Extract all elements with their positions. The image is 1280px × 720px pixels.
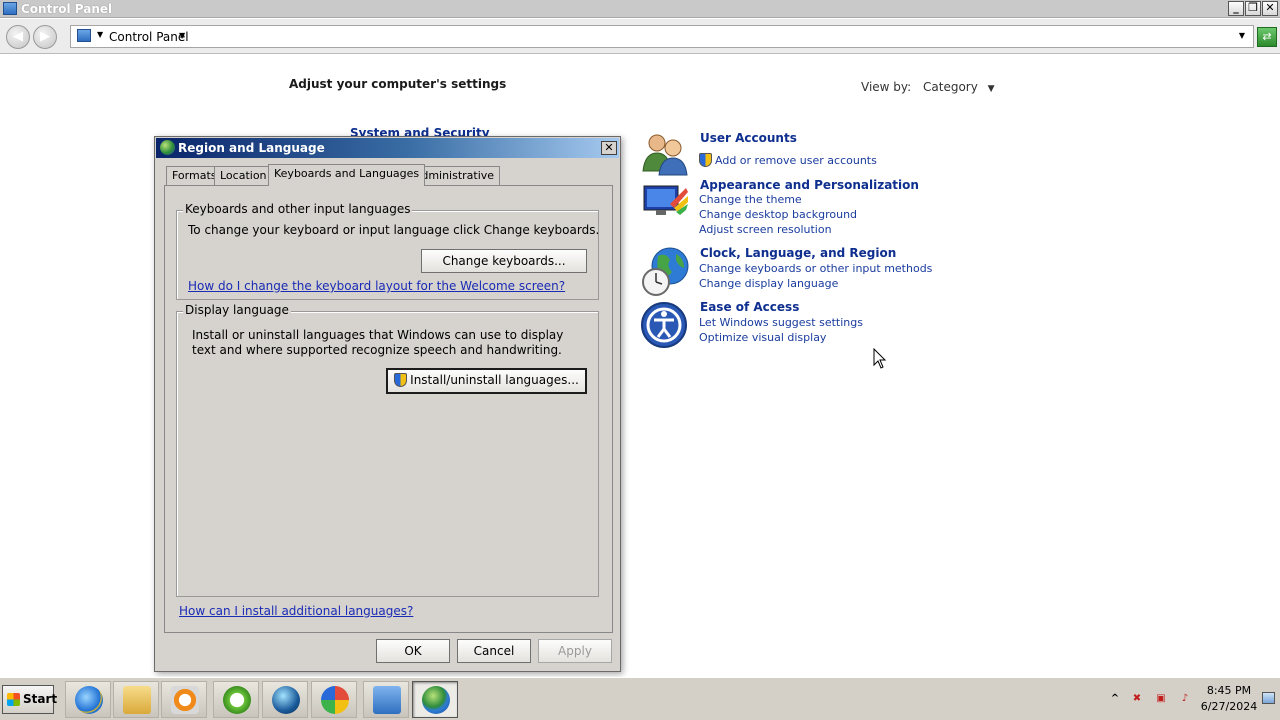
- address-box[interactable]: ▼ Control Panel ▼ ▼: [70, 25, 1254, 48]
- close-window-button[interactable]: ✕: [1262, 1, 1278, 16]
- category-title-clock-language-region[interactable]: Clock, Language, and Region: [700, 246, 896, 260]
- apply-button[interactable]: Apply: [538, 639, 612, 663]
- link-optimize-visual-display[interactable]: Optimize visual display: [699, 331, 826, 344]
- view-by-value[interactable]: Category: [923, 80, 978, 94]
- dialog-close-button[interactable]: ✕: [601, 141, 617, 155]
- restore-button[interactable]: ❐: [1245, 1, 1261, 16]
- control-panel-icon: [373, 686, 401, 714]
- link-adjust-screen-resolution[interactable]: Adjust screen resolution: [699, 223, 832, 236]
- link-change-display-language[interactable]: Change display language: [699, 277, 838, 290]
- link-let-windows-suggest[interactable]: Let Windows suggest settings: [699, 316, 863, 329]
- keyboards-groupbox: Keyboards and other input languages To c…: [176, 202, 600, 300]
- mouse-cursor-icon: [873, 348, 887, 369]
- paint-icon: [321, 686, 349, 714]
- show-hidden-icons-button[interactable]: ^: [1108, 693, 1122, 707]
- keyboards-group-text: To change your keyboard or input languag…: [188, 223, 600, 237]
- link-change-keyboards[interactable]: Change keyboards or other input methods: [699, 262, 932, 275]
- taskbar-media-player[interactable]: [161, 681, 207, 718]
- cancel-button[interactable]: Cancel: [457, 639, 531, 663]
- appearance-personalization-icon: [643, 185, 688, 215]
- install-additional-languages-link[interactable]: How can I install additional languages?: [179, 604, 413, 618]
- link-add-remove-user-accounts[interactable]: Add or remove user accounts: [699, 153, 877, 167]
- user-accounts-icon: [642, 134, 688, 176]
- network-icon[interactable]: ▣: [1154, 693, 1168, 707]
- keyboard-layout-welcome-link[interactable]: How do I change the keyboard layout for …: [188, 279, 565, 293]
- chevron-down-icon[interactable]: ▼: [97, 30, 103, 39]
- control-panel-icon: [77, 29, 91, 42]
- forward-button[interactable]: ▶: [33, 25, 57, 49]
- region-language-icon: [422, 686, 450, 714]
- internet-explorer-icon: [75, 686, 103, 714]
- action-center-icon[interactable]: ✖: [1130, 693, 1144, 707]
- taskbar: Start ^ ✖ ▣ ♪ 8:45 PM 6/27/2024: [0, 677, 1280, 720]
- volume-muted-icon[interactable]: ♪: [1178, 693, 1192, 707]
- green-app-icon: [223, 686, 251, 714]
- breadcrumb-chevron-icon[interactable]: ▼: [179, 31, 185, 40]
- tab-panel: Keyboards and other input languages To c…: [164, 185, 613, 633]
- clock-language-region-icon: [642, 247, 689, 296]
- taskbar-green-app[interactable]: [213, 681, 259, 718]
- install-uninstall-languages-button[interactable]: Install/uninstall languages...: [386, 368, 587, 394]
- taskbar-windows-explorer[interactable]: [113, 681, 159, 718]
- view-by-label: View by:: [861, 80, 912, 94]
- chevron-down-icon[interactable]: ▼: [988, 84, 995, 94]
- windows-explorer-icon: [123, 686, 151, 714]
- globe-icon: [160, 140, 175, 155]
- page-title: Adjust your computer's settings: [289, 77, 507, 91]
- breadcrumb-control-panel[interactable]: Control Panel: [109, 30, 189, 44]
- refresh-button[interactable]: ⇄: [1257, 27, 1277, 47]
- uac-shield-icon: [699, 153, 712, 167]
- control-panel-app-icon: [3, 2, 17, 15]
- keyboards-group-legend: Keyboards and other input languages: [183, 202, 413, 216]
- start-label: Start: [23, 692, 58, 706]
- link-change-theme[interactable]: Change the theme: [699, 193, 802, 206]
- taskbar-globe-app[interactable]: [262, 681, 308, 718]
- view-by-control[interactable]: View by: Category ▼: [861, 80, 995, 94]
- display-language-groupbox: Display language Install or uninstall la…: [176, 303, 599, 597]
- taskbar-internet-explorer[interactable]: [65, 681, 111, 718]
- window-title: Control Panel: [21, 2, 113, 16]
- address-bar-area: ◀ ▶ ▼ Control Panel ▼ ▼ ⇄: [0, 19, 1280, 54]
- tab-location[interactable]: Location: [214, 166, 273, 185]
- tab-keyboards-and-languages[interactable]: Keyboards and Languages: [268, 164, 426, 186]
- category-title-ease-of-access[interactable]: Ease of Access: [700, 300, 799, 314]
- taskbar-paint[interactable]: [311, 681, 357, 718]
- taskbar-control-panel[interactable]: [363, 681, 409, 718]
- ok-button[interactable]: OK: [376, 639, 450, 663]
- display-language-text: Install or uninstall languages that Wind…: [192, 328, 564, 357]
- media-player-icon: [171, 686, 199, 714]
- show-desktop-button[interactable]: [1262, 692, 1275, 704]
- clock-date[interactable]: 6/27/2024: [1200, 700, 1258, 713]
- start-button[interactable]: Start: [2, 685, 58, 714]
- link-change-desktop-background[interactable]: Change desktop background: [699, 208, 857, 221]
- change-keyboards-button[interactable]: Change keyboards...: [421, 249, 587, 273]
- windows-flag-icon: [7, 693, 20, 706]
- region-language-dialog: Region and Language ✕ Formats Location K…: [154, 136, 621, 672]
- control-panel-titlebar: Control Panel _ ❐ ✕: [0, 0, 1280, 18]
- display-language-legend: Display language: [183, 303, 291, 317]
- uac-shield-icon: [394, 373, 408, 387]
- minimize-button[interactable]: _: [1228, 1, 1244, 16]
- dialog-title: Region and Language: [178, 141, 325, 155]
- address-dropdown-icon[interactable]: ▼: [1239, 31, 1245, 40]
- ease-of-access-icon: [641, 302, 687, 348]
- dialog-titlebar[interactable]: Region and Language ✕: [156, 138, 619, 158]
- category-title-user-accounts[interactable]: User Accounts: [700, 131, 797, 145]
- back-button[interactable]: ◀: [6, 25, 30, 49]
- globe-app-icon: [272, 686, 300, 714]
- category-title-appearance[interactable]: Appearance and Personalization: [700, 178, 919, 192]
- taskbar-region-language[interactable]: [412, 681, 458, 718]
- clock-time[interactable]: 8:45 PM: [1200, 684, 1258, 697]
